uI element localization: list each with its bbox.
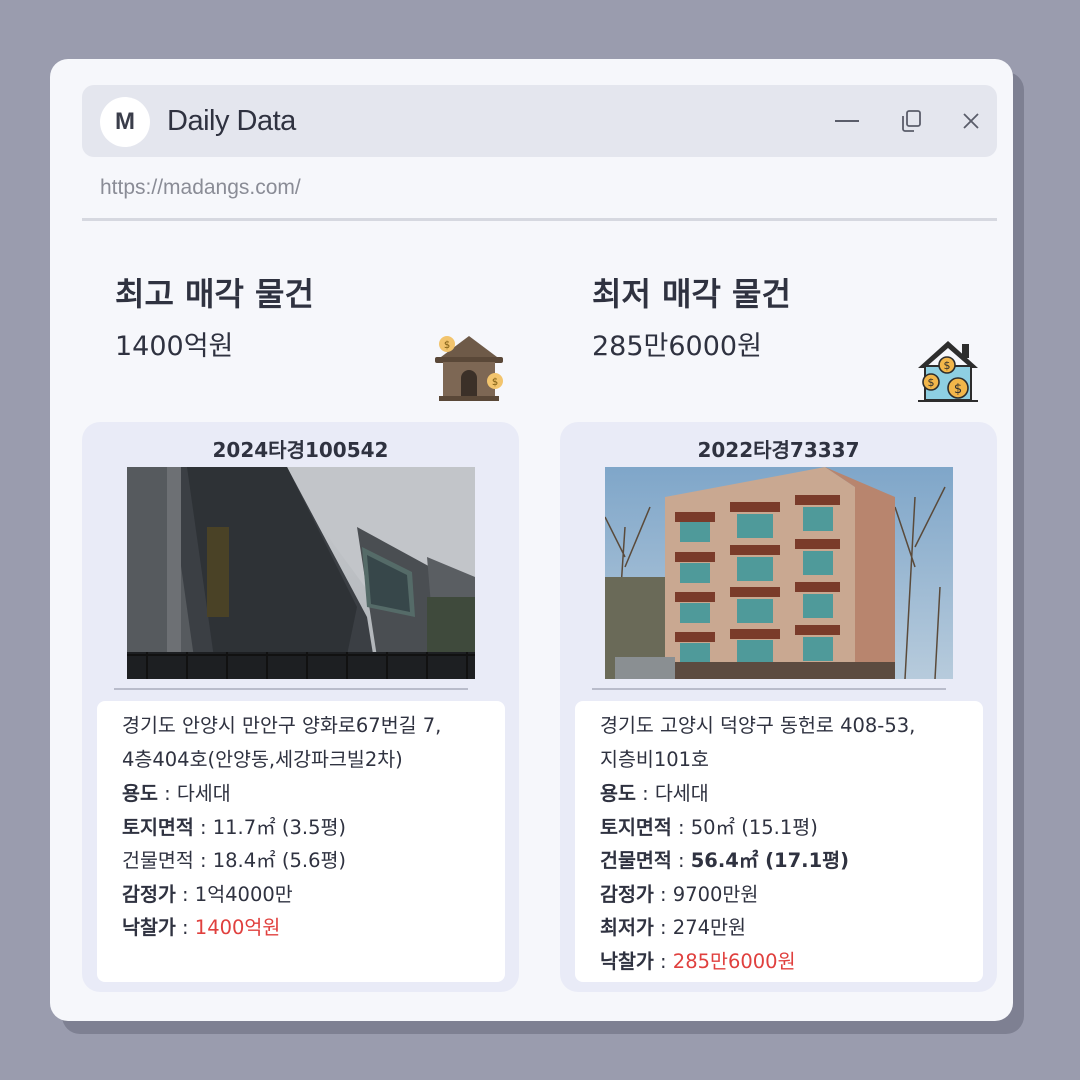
address-line: 지층비101호 (600, 748, 709, 771)
winning-bid-value: 285만6000원 (672, 949, 796, 973)
card-divider (114, 688, 468, 690)
address-line: 경기도 안양시 만안구 양화로67번길 7, (122, 714, 442, 737)
row-label: 토지면적 (600, 815, 672, 839)
url-text[interactable]: https://madangs.com/ (100, 176, 301, 200)
appraisal-row: 감정가 : 9700만원 (600, 882, 759, 906)
property-info: 경기도 고양시 덕양구 동헌로 408-53, 지층비101호 용도 : 다세대… (575, 701, 983, 982)
svg-text:$: $ (928, 376, 935, 389)
case-number: 2024타경100542 (212, 438, 389, 462)
building-photo (127, 467, 475, 679)
minimum-price-row: 최저가 : 274만원 (600, 916, 746, 939)
row-label: 감정가 (122, 882, 176, 906)
lowest-property-card[interactable]: 2022타경73337 경기도 고양시 덕양구 동헌로 408-53, 지층비1… (560, 422, 997, 992)
title-bar: M Daily Data (82, 85, 997, 157)
building-photo (605, 467, 953, 679)
row-label: 낙찰가 (122, 916, 176, 939)
row-label: 용도 (600, 782, 636, 805)
row-value: 다세대 (176, 782, 231, 805)
winning-bid-row: 낙찰가 : 1400억원 (122, 916, 281, 939)
property-info: 경기도 안양시 만안구 양화로67번길 7, 4층404호(안양동,세강파크빌2… (97, 701, 505, 982)
case-number: 2022타경73337 (697, 438, 860, 462)
header-divider (82, 218, 997, 221)
close-icon (963, 113, 979, 129)
building-area-row: 건물면적 : 18.4㎡ (5.6평) (122, 849, 347, 872)
house-coins-icon: $ $ $ (916, 338, 980, 408)
winning-bid-row: 낙찰가 : 285만6000원 (600, 949, 796, 973)
row-label: 건물면적 (600, 849, 672, 872)
highest-amount: 1400억원 (115, 331, 234, 362)
row-value: 50㎡ (15.1평) (690, 815, 818, 839)
row-value: 56.4㎡ (17.1평) (690, 849, 850, 872)
row-value: 274만원 (672, 916, 746, 939)
copy-icon (902, 110, 921, 132)
app-logo: M (100, 97, 150, 147)
appraisal-row: 감정가 : 1억4000만 (122, 882, 293, 906)
usage-row: 용도 : 다세대 (122, 782, 231, 805)
land-area-row: 토지면적 : 11.7㎡ (3.5평) (122, 815, 347, 839)
land-area-row: 토지면적 : 50㎡ (15.1평) (600, 815, 818, 839)
row-value: 1억4000만 (194, 882, 293, 906)
row-value: 11.7㎡ (3.5평) (212, 815, 347, 839)
row-value: 18.4㎡ (5.6평) (212, 849, 347, 872)
svg-text:$: $ (444, 340, 450, 351)
row-label: 낙찰가 (600, 949, 654, 973)
lowest-amount: 285만6000원 (592, 331, 762, 362)
row-label: 토지면적 (122, 815, 194, 839)
row-label: 용도 (122, 782, 158, 805)
building-area-row: 건물면적 : 56.4㎡ (17.1평) (600, 849, 850, 872)
svg-text:$: $ (492, 377, 498, 388)
svg-text:$: $ (954, 382, 962, 397)
winning-bid-value: 1400억원 (194, 916, 281, 939)
address-line: 경기도 고양시 덕양구 동헌로 408-53, (600, 714, 916, 737)
copy-button[interactable] (895, 105, 927, 137)
row-value: 9700만원 (672, 882, 759, 906)
row-value: 다세대 (654, 782, 709, 805)
app-window: M Daily Data https://madangs.com/ 최고 매각 … (50, 59, 1013, 1021)
house-money-icon: $ $ (433, 332, 505, 408)
minimize-button[interactable] (831, 105, 863, 137)
lowest-heading: 최저 매각 물건 (592, 275, 791, 313)
usage-row: 용도 : 다세대 (600, 782, 709, 805)
row-label: 최저가 (600, 916, 654, 939)
minimize-icon (835, 120, 859, 122)
highest-heading: 최고 매각 물건 (115, 275, 314, 313)
highest-property-card[interactable]: 2024타경100542 경기도 안양시 만안구 양화로67번길 7, 4층40… (82, 422, 519, 992)
close-button[interactable] (955, 105, 987, 137)
address-line: 4층404호(안양동,세강파크빌2차) (122, 748, 403, 771)
row-label: 건물면적 (122, 849, 194, 872)
app-title: Daily Data (167, 105, 296, 137)
row-label: 감정가 (600, 882, 654, 906)
svg-text:$: $ (944, 359, 951, 372)
card-divider (592, 688, 946, 690)
